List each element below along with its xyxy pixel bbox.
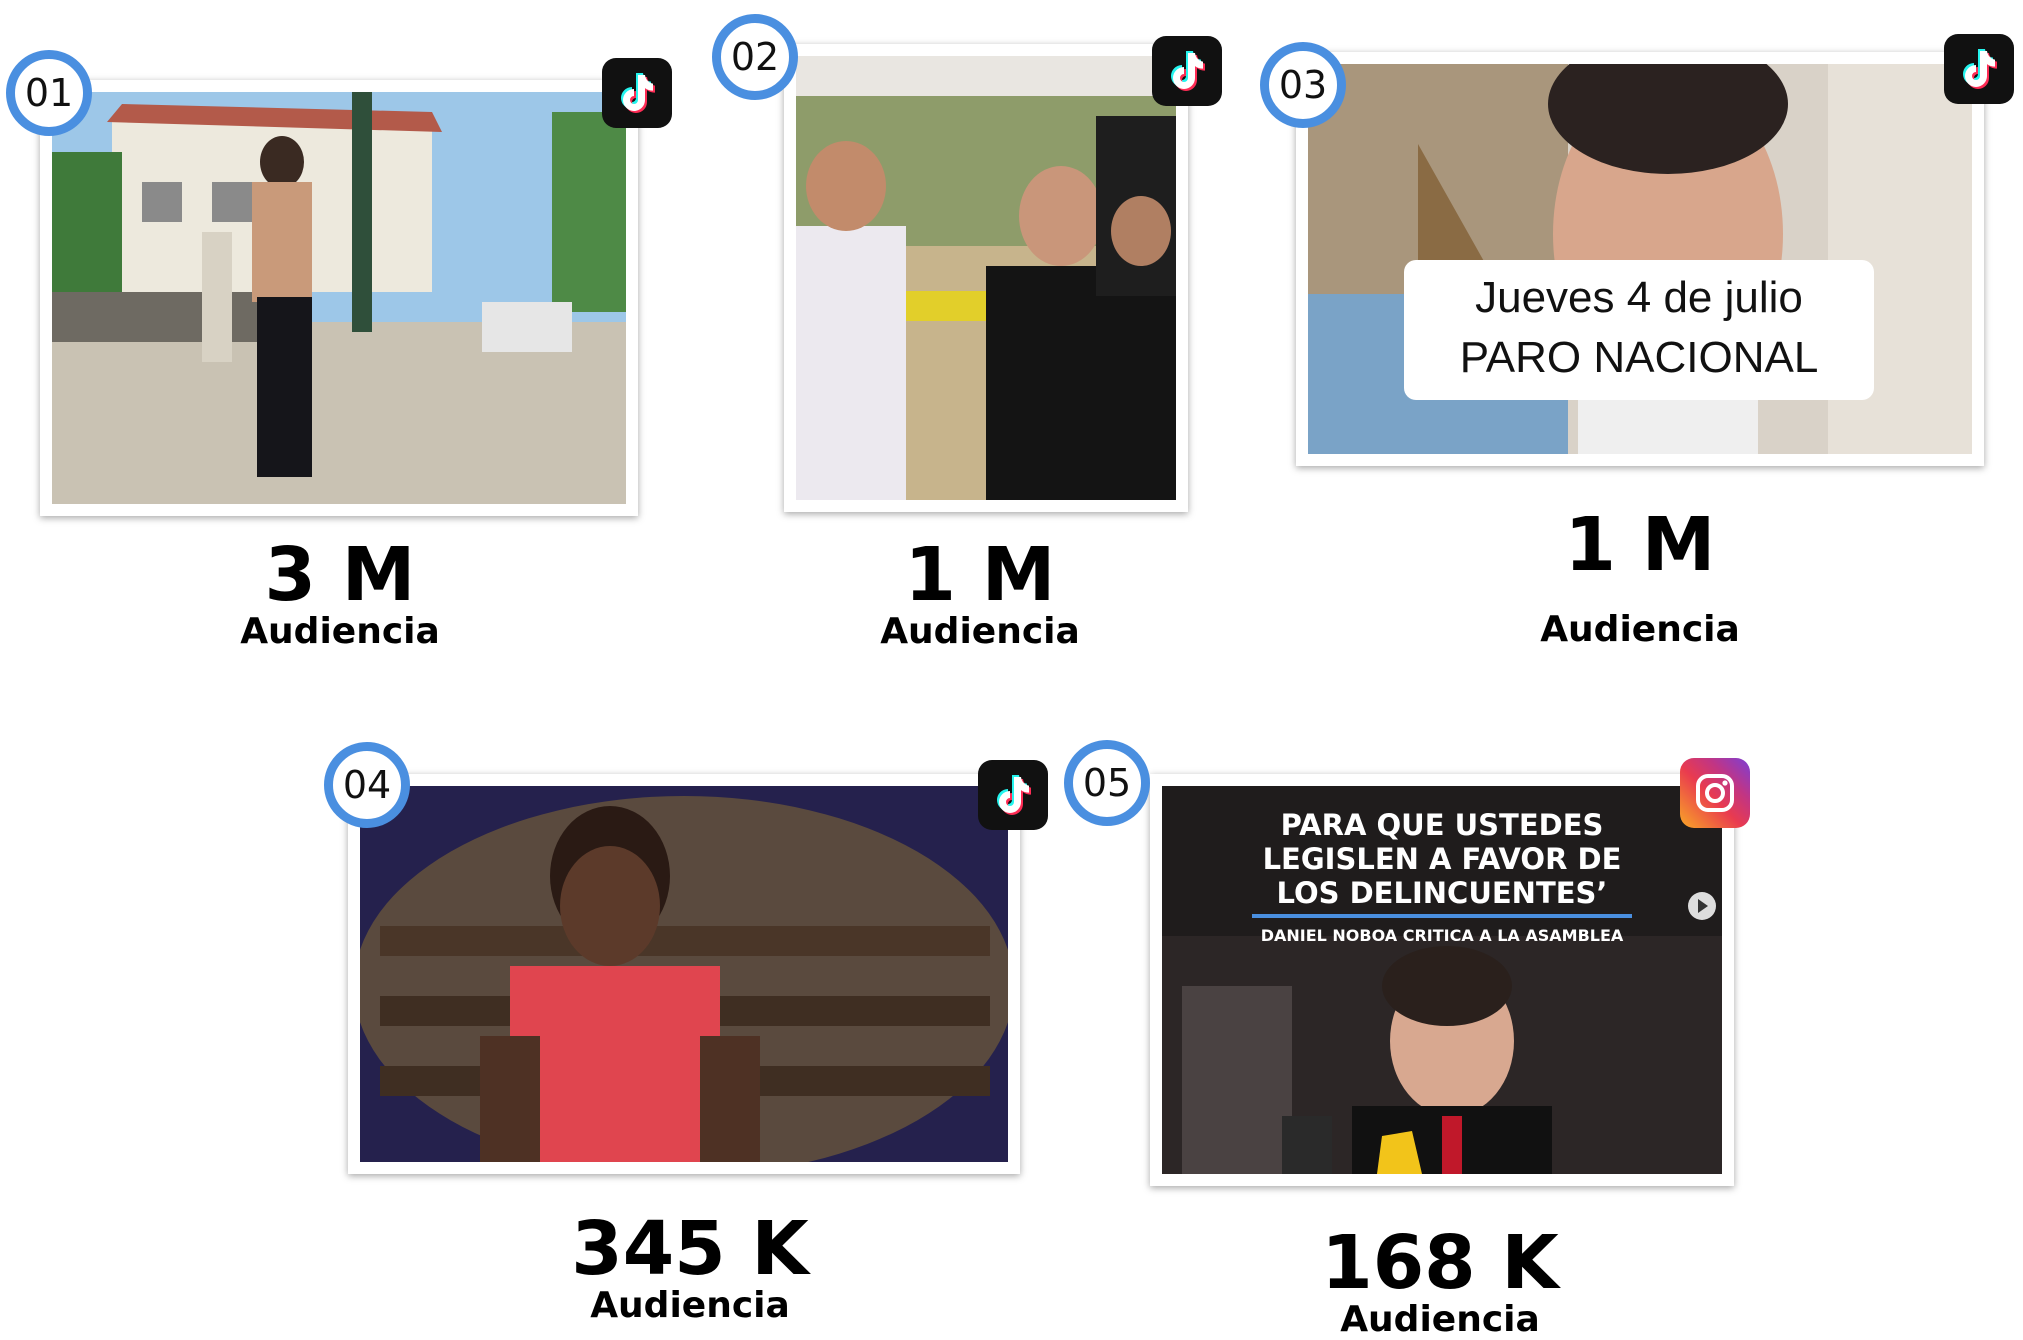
thumbnail-image (796, 56, 1176, 500)
tiktok-icon[interactable] (1152, 36, 1222, 106)
audience-label: Audiencia (1540, 609, 1740, 650)
audience-label: Audiencia (1340, 1299, 1540, 1340)
audience-value: 1 M (1564, 502, 1716, 588)
headline-line-3: LOS DELINCUENTES’ (1276, 876, 1608, 910)
card-number-badge: 03 (1260, 42, 1346, 128)
post-thumbnail-01[interactable] (40, 80, 638, 516)
headline-rule (1252, 914, 1632, 918)
card-number-badge: 04 (324, 742, 410, 828)
audience-value: 3 M (264, 532, 416, 618)
tiktok-icon[interactable] (978, 760, 1048, 830)
audience-metric: 1 M Audiencia (1510, 508, 1770, 650)
tiktok-icon[interactable] (1944, 34, 2014, 104)
audience-metric: 1 M Audiencia (850, 538, 1110, 652)
card-number-badge: 02 (712, 14, 798, 100)
instagram-icon[interactable] (1680, 758, 1750, 828)
audience-value: 168 K (1321, 1220, 1559, 1306)
headline-line-2: LEGISLEN A FAVOR DE (1262, 842, 1622, 876)
headline-block: PARA QUE USTEDES LEGISLEN A FAVOR DE LOS… (1162, 786, 1722, 945)
post-thumbnail-02[interactable] (784, 44, 1188, 512)
audience-metric: 3 M Audiencia (210, 538, 470, 652)
audience-label: Audiencia (240, 611, 440, 652)
audience-metric: 168 K Audiencia (1300, 1226, 1580, 1340)
audience-value: 1 M (904, 532, 1056, 618)
caption-line-1: Jueves 4 de julio (1475, 273, 1803, 322)
headline-line-1: PARA QUE USTEDES (1280, 808, 1604, 842)
card-number-badge: 05 (1064, 740, 1150, 826)
caption-line-2: PARO NACIONAL (1459, 333, 1819, 382)
tiktok-icon[interactable] (602, 58, 672, 128)
post-thumbnail-04[interactable] (348, 774, 1020, 1174)
audience-metric: 345 K Audiencia (540, 1212, 840, 1326)
thumbnail-image: PARA QUE USTEDES LEGISLEN A FAVOR DE LOS… (1162, 786, 1722, 1174)
video-caption-overlay: Jueves 4 de julio PARO NACIONAL (1404, 260, 1874, 400)
thumbnail-image (52, 92, 626, 504)
post-thumbnail-05[interactable]: PARA QUE USTEDES LEGISLEN A FAVOR DE LOS… (1150, 774, 1734, 1186)
subheadline: DANIEL NOBOA CRITICA A LA ASAMBLEA (1260, 926, 1624, 945)
audience-label: Audiencia (880, 611, 1080, 652)
thumbnail-image (360, 786, 1008, 1162)
thumbnail-image: Jueves 4 de julio PARO NACIONAL (1308, 64, 1972, 454)
audience-value: 345 K (571, 1206, 809, 1292)
post-thumbnail-03[interactable]: Jueves 4 de julio PARO NACIONAL (1296, 52, 1984, 466)
card-number-badge: 01 (6, 50, 92, 136)
